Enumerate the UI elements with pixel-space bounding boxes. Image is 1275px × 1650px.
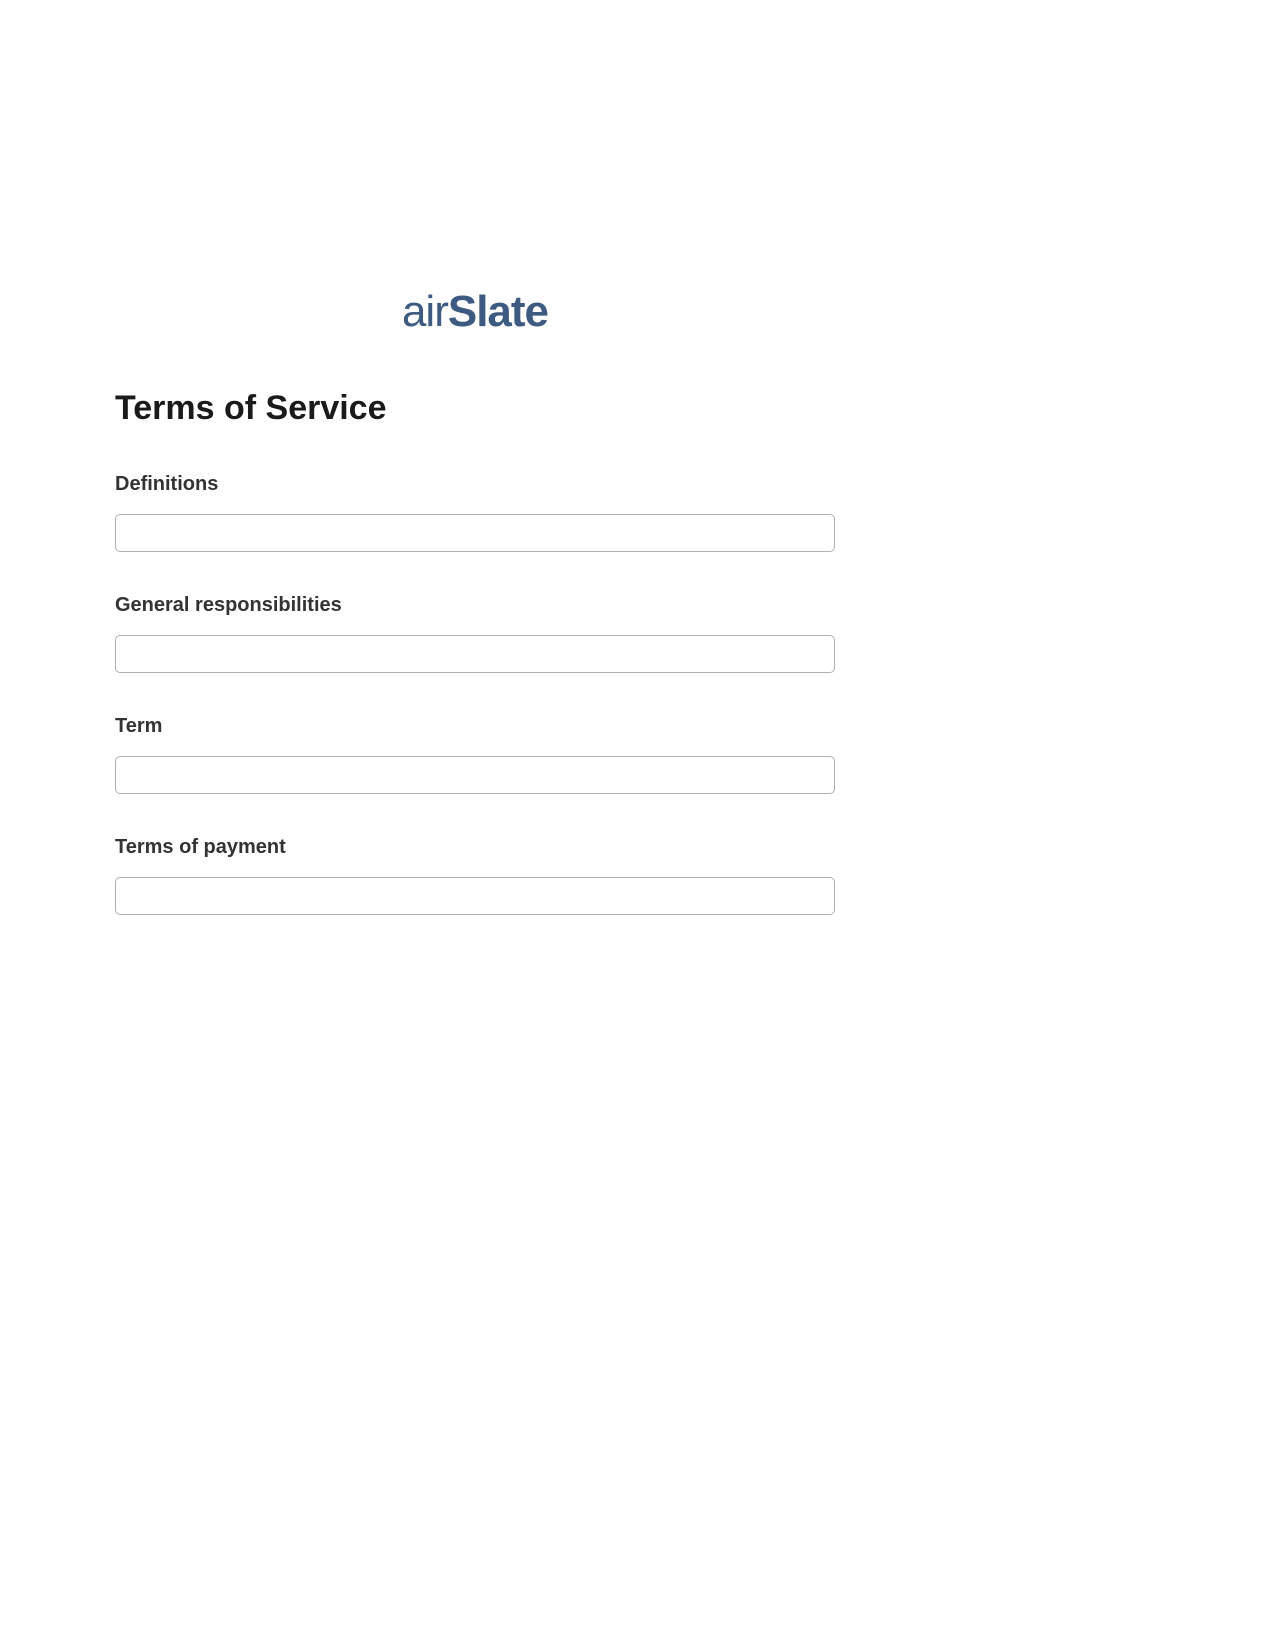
input-terms-of-payment[interactable]	[115, 877, 835, 915]
label-terms-of-payment: Terms of payment	[115, 836, 835, 859]
input-general-responsibilities[interactable]	[115, 635, 835, 673]
page-title: Terms of Service	[115, 389, 835, 428]
input-term[interactable]	[115, 756, 835, 794]
logo-wrapper: airSlate	[115, 290, 835, 334]
brand-part-air: air	[402, 287, 448, 336]
document-container: airSlate Terms of Service Definitions Ge…	[115, 290, 835, 957]
form-group-terms-of-payment: Terms of payment	[115, 836, 835, 915]
brand-part-slate: Slate	[448, 287, 548, 336]
label-term: Term	[115, 715, 835, 738]
input-definitions[interactable]	[115, 514, 835, 552]
form-group-term: Term	[115, 715, 835, 794]
label-definitions: Definitions	[115, 473, 835, 496]
label-general-responsibilities: General responsibilities	[115, 594, 835, 617]
form-group-definitions: Definitions	[115, 473, 835, 552]
brand-logo: airSlate	[402, 290, 548, 334]
form-group-general-responsibilities: General responsibilities	[115, 594, 835, 673]
